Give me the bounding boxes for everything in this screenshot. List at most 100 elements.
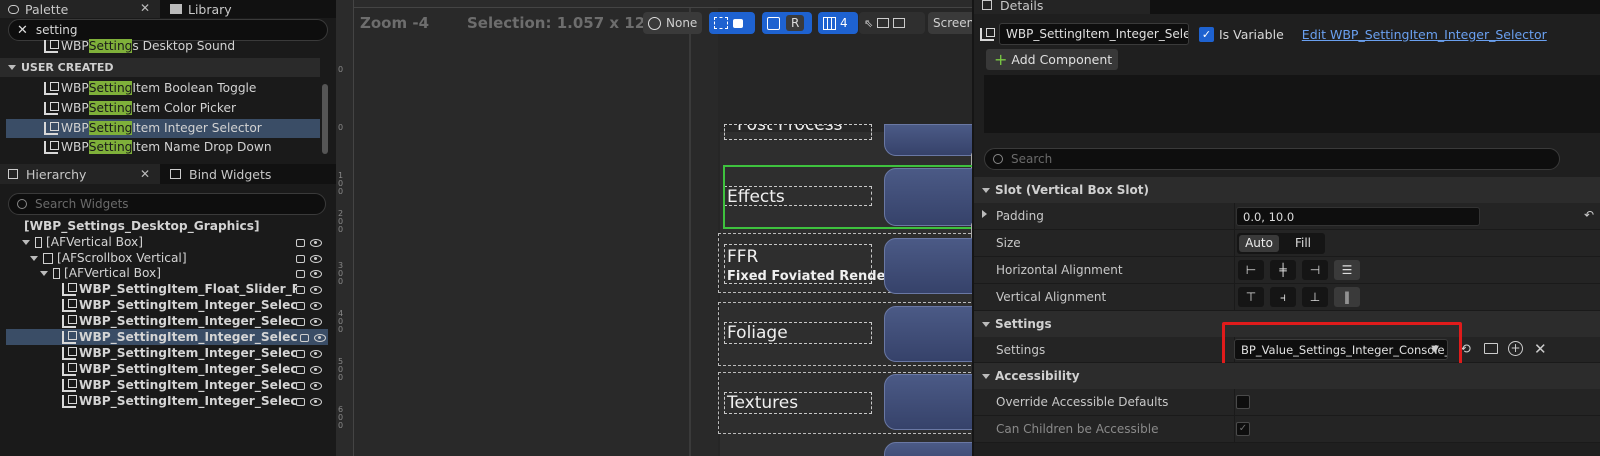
palette-item-color-picker[interactable]: WBP Setting Item Color Picker (44, 99, 236, 117)
selector-pill[interactable] (884, 306, 972, 362)
align-fill-icon[interactable]: ☰ (1334, 260, 1360, 280)
clear-icon[interactable]: ✕ (17, 23, 28, 38)
grid-snap-toggle[interactable]: 4 (818, 12, 858, 34)
align-left-icon[interactable]: ⊢ (1238, 260, 1264, 280)
hierarchy-node[interactable]: WBP_SettingItem_Integer_Selector_F (0, 361, 330, 377)
tab-bind-widgets[interactable]: Bind Widgets (162, 164, 330, 184)
edit-blueprint-link[interactable]: Edit WBP_SettingItem_Integer_Selector (1302, 27, 1547, 42)
lock-icon[interactable] (296, 366, 305, 374)
hierarchy-node[interactable]: WBP_SettingItem_Integer_Selector_V (0, 393, 330, 409)
region-refresh-toggle[interactable]: R (762, 12, 812, 34)
override-accessible-checkbox[interactable] (1236, 395, 1250, 409)
selector-pill[interactable] (884, 238, 972, 294)
tab-palette[interactable]: Palette (0, 0, 160, 18)
designer-canvas[interactable]: 0 0 100 200 300 400 500 600 Zoom -4 Sele… (336, 0, 972, 456)
hierarchy-node[interactable]: WBP_SettingItem_Integer_Selector_F (0, 345, 330, 361)
eye-icon[interactable] (314, 334, 326, 342)
localization-none-button[interactable]: None (643, 12, 703, 34)
palette-item-integer-selector[interactable]: WBP Setting Item Integer Selector (44, 119, 262, 137)
hierarchy-node[interactable]: WBP_SettingItem_Integer_Selector_T (0, 377, 330, 393)
palette-scrollbar[interactable] (322, 84, 328, 154)
palette-item-name-drop-down[interactable]: WBP Setting Item Name Drop Down (44, 138, 272, 156)
hierarchy-node[interactable]: WBP_SettingItem_Float_Slider_PixelD (0, 281, 330, 297)
lock-icon[interactable] (296, 270, 305, 278)
lock-icon[interactable] (296, 318, 305, 326)
chevron-right-icon[interactable] (982, 210, 987, 218)
palette-section-user-created[interactable]: USER CREATED (0, 58, 320, 77)
lock-icon[interactable] (296, 286, 305, 294)
hierarchy-root[interactable]: [WBP_Settings_Desktop_Graphics] (0, 218, 330, 234)
library-icon (170, 4, 182, 14)
widget-name-input[interactable]: WBP_SettingItem_Integer_Selec (999, 23, 1189, 45)
selector-pill[interactable] (884, 442, 972, 456)
close-icon[interactable]: ✕ (140, 1, 150, 15)
hierarchy-node-selected[interactable]: WBP_SettingItem_Integer_Selector_E (6, 329, 328, 345)
lock-icon[interactable] (296, 350, 305, 358)
view-tools[interactable]: ⇖ (859, 12, 925, 34)
respect-locks-toggle[interactable] (709, 12, 755, 34)
palette-item-desktop-sound[interactable]: WBP Setting s Desktop Sound (44, 38, 235, 54)
hierarchy-node[interactable]: [AFScrollbox Vertical] (0, 250, 330, 266)
eye-icon[interactable] (310, 255, 322, 263)
eye-icon[interactable] (310, 270, 322, 278)
align-center-icon[interactable]: ╪ (1270, 260, 1296, 280)
cursor-icon[interactable]: ⇖ (864, 17, 873, 30)
tab-details[interactable]: Details (974, 0, 1150, 14)
eye-icon[interactable] (310, 302, 322, 310)
clear-x-icon[interactable]: ✕ (1534, 340, 1547, 358)
lock-icon[interactable] (296, 382, 305, 390)
section-slot[interactable]: Slot (Vertical Box Slot) (974, 177, 1600, 203)
image-icon[interactable] (877, 18, 890, 28)
add-component-button[interactable]: + Add Component (986, 49, 1118, 70)
section-accessibility[interactable]: Accessibility (974, 363, 1600, 389)
close-icon[interactable]: ✕ (140, 167, 150, 181)
tab-hierarchy[interactable]: Hierarchy (0, 164, 160, 184)
reset-arrow-icon[interactable]: ↶ (1584, 208, 1594, 222)
eye-icon[interactable] (310, 398, 322, 406)
align-bottom-icon[interactable]: ⊥ (1302, 287, 1328, 307)
eye-icon[interactable] (310, 350, 322, 358)
none-label: None (666, 16, 698, 30)
hierarchy-node[interactable]: WBP_SettingItem_Integer_Selector_P (0, 313, 330, 329)
align-right-icon[interactable]: ⊣ (1302, 260, 1328, 280)
details-search-input[interactable]: Search (984, 148, 1560, 170)
children-accessible-checkbox[interactable]: ✓ (1236, 422, 1250, 436)
hierarchy-node[interactable]: WBP_SettingItem_Integer_Selector_S (0, 297, 330, 313)
lock-icon[interactable] (296, 398, 305, 406)
add-circle-icon[interactable]: + (1508, 341, 1523, 356)
item-label-box[interactable]: Foliage (724, 322, 872, 344)
hierarchy-search-input[interactable]: Search Widgets (8, 193, 326, 215)
align-vfill-icon[interactable]: ‖ (1334, 287, 1360, 307)
lock-icon[interactable] (300, 334, 309, 342)
selector-pill[interactable] (884, 374, 972, 430)
item-label-box[interactable]: FFR Fixed Foviated Render (724, 244, 892, 284)
lock-icon[interactable] (296, 255, 305, 263)
browse-folder-icon[interactable] (1484, 343, 1498, 354)
eye-icon[interactable] (310, 318, 322, 326)
prop-label: Override Accessible Defaults (996, 395, 1169, 409)
eye-icon[interactable] (310, 239, 322, 247)
eye-icon[interactable] (310, 286, 322, 294)
is-variable-checkbox[interactable]: ✓ (1199, 26, 1214, 42)
palette-item-boolean-toggle[interactable]: WBP Setting Item Boolean Toggle (44, 79, 256, 97)
hierarchy-node[interactable]: [AFVertical Box] (0, 265, 330, 281)
eye-icon[interactable] (310, 382, 322, 390)
align-top-icon[interactable]: ⊤ (1238, 287, 1264, 307)
tab-library[interactable]: Library (162, 0, 330, 18)
widget-blueprint-icon (44, 121, 59, 135)
prop-label: Size (996, 236, 1021, 250)
screen-size-dropdown[interactable]: Screen (928, 12, 972, 34)
item-label-box[interactable]: Post Process (724, 124, 872, 140)
padding-input[interactable]: 0.0, 10.0 (1236, 207, 1480, 226)
selector-pill[interactable] (884, 124, 972, 156)
item-label-box[interactable]: Textures (724, 392, 872, 414)
lock-icon[interactable] (296, 302, 305, 310)
size-fill-button[interactable]: Fill (1283, 235, 1323, 252)
hierarchy-node[interactable]: [AFVertical Box] (0, 234, 330, 250)
expand-icon[interactable] (893, 18, 906, 28)
align-middle-icon[interactable]: ⫞ (1270, 287, 1296, 307)
size-auto-button[interactable]: Auto (1239, 235, 1279, 252)
lock-icon[interactable] (296, 239, 305, 247)
node-label: WBP_SettingItem_Integer_Selector_T (79, 378, 297, 392)
eye-icon[interactable] (310, 366, 322, 374)
